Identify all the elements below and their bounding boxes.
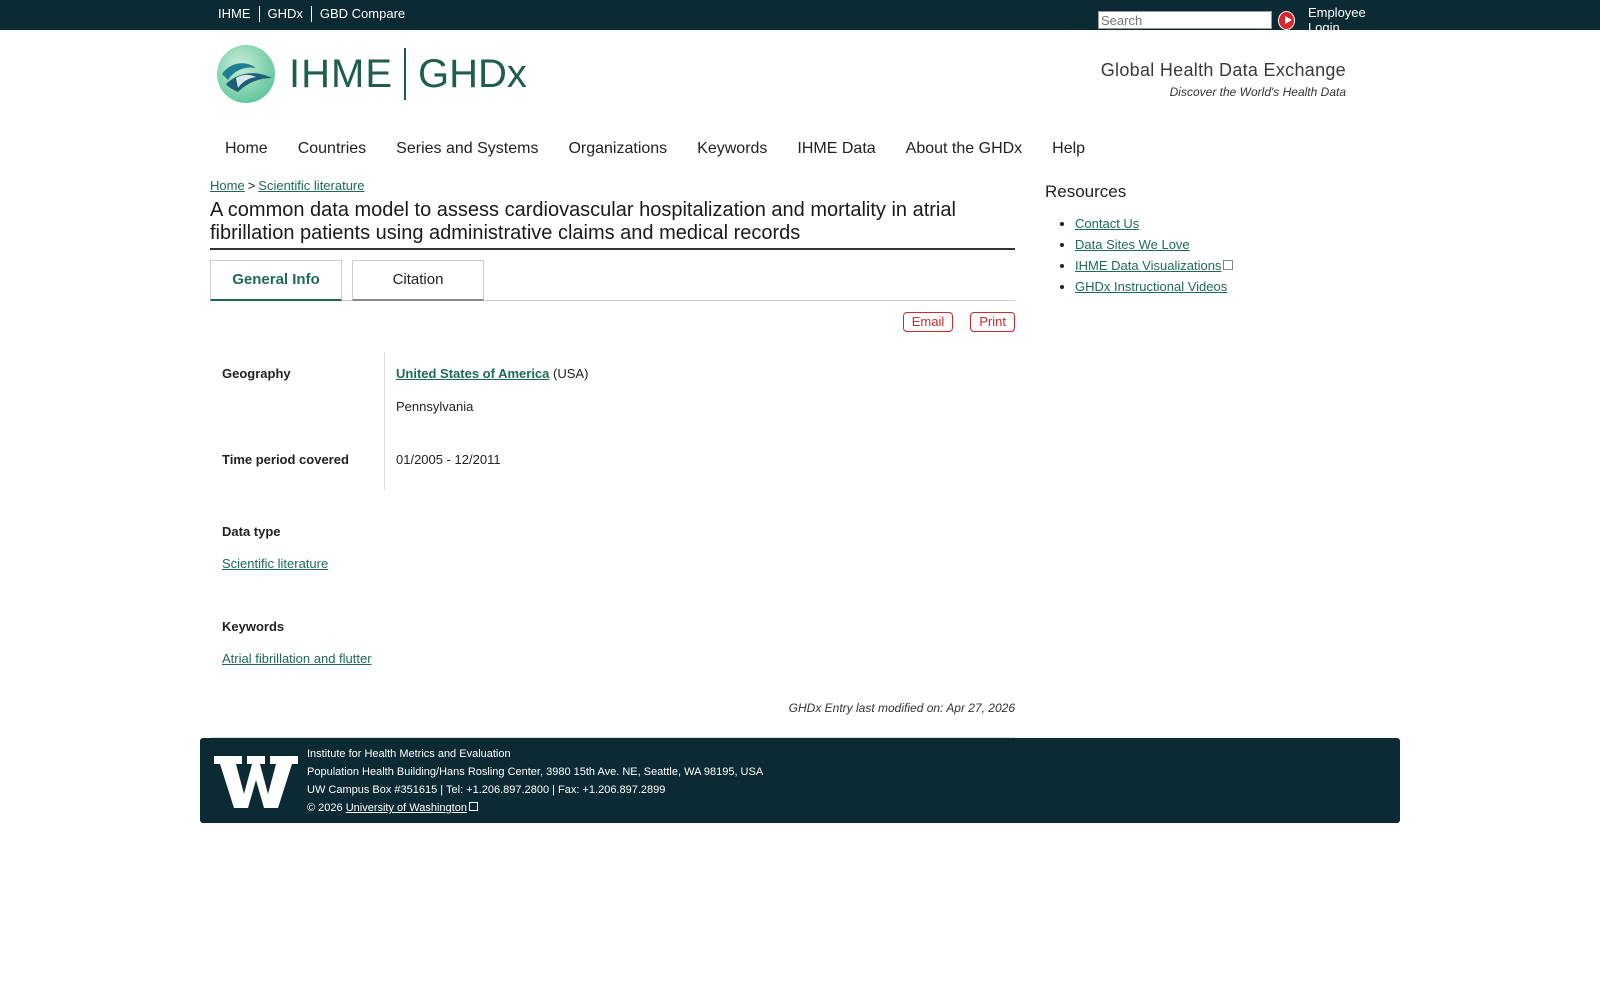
country-link[interactable]: United States of America [396,366,549,381]
data-type-section: Data type Scientific literature [210,524,1015,571]
tab-bar: General Info Citation [210,260,1015,301]
time-period-label: Time period covered [222,452,349,467]
data-type-link[interactable]: Scientific literature [222,556,328,571]
print-button[interactable]: Print [970,312,1015,332]
main-nav: Home Countries Series and Systems Organi… [210,130,1390,168]
breadcrumb: Home > Scientific literature [210,178,1015,193]
nav-countries[interactable]: Countries [298,140,366,158]
footer-uw-link[interactable]: University of Washington [346,802,467,814]
nav-home[interactable]: Home [225,140,268,158]
top-link-ihme[interactable]: IHME [218,6,259,22]
nav-about-the-ghdx[interactable]: About the GHDx [906,140,1023,158]
field-table: Geography United States of America (USA)… [210,352,1015,490]
resource-item: Data Sites We Love [1075,237,1345,252]
nav-help[interactable]: Help [1052,140,1085,158]
sidebar: Resources Contact Us Data Sites We Love … [1045,168,1345,300]
keywords-section: Keywords Atrial fibrillation and flutter [210,619,1015,666]
top-link-gbd-compare[interactable]: GBD Compare [310,6,413,22]
nav-organizations[interactable]: Organizations [568,140,667,158]
main-content: Home > Scientific literature A common data… [210,168,1015,738]
action-buttons: Email Print [210,312,1015,332]
tagline-subtitle: Discover the World's Health Data [1169,85,1346,99]
external-link-icon [1223,260,1234,270]
breadcrumb-home[interactable]: Home [210,178,245,193]
footer-contact: UW Campus Box #351615 | Tel: +1.206.897.… [307,784,666,796]
resource-item: Contact Us [1075,216,1345,231]
nav-keywords[interactable]: Keywords [697,140,767,158]
site-footer: Institute for Health Metrics and Evaluat… [200,738,1400,823]
ihme-logo-icon[interactable] [216,44,276,104]
external-link-icon [468,802,478,811]
nav-series-and-systems[interactable]: Series and Systems [396,140,538,158]
top-link-ghdx[interactable]: GHDx [258,6,311,22]
footer-institute: Institute for Health Metrics and Evaluat… [307,748,511,760]
geography-country: United States of America (USA) [396,366,588,381]
footer-copyright-line: © 2026 University of Washington [307,799,763,817]
uw-w-logo-icon[interactable] [214,752,298,812]
time-period-value: 01/2005 - 12/2011 [396,452,501,467]
footer-copyright: © 2026 [307,802,343,814]
content-wrapper: Home > Scientific literature A common data… [210,168,1390,738]
resource-instructional-videos[interactable]: GHDx Instructional Videos [1075,279,1227,294]
search-go-icon[interactable] [1278,10,1295,30]
nav-ihme-data[interactable]: IHME Data [797,140,875,158]
country-code: (USA) [553,366,589,381]
logo-ihme-text[interactable]: IHME [289,52,393,97]
data-type-label: Data type [222,524,281,539]
logo-divider [404,48,406,100]
site-header: IHME GHDx Global Health Data Exchange Di… [210,30,1390,130]
search-input[interactable] [1098,11,1272,29]
resource-item: GHDx Instructional Videos [1075,279,1345,294]
resources-title: Resources [1045,182,1127,201]
field-divider [384,352,385,490]
tab-general-info[interactable]: General Info [210,260,342,301]
email-button[interactable]: Email [902,312,954,332]
page-title: A common data model to assess cardiovasc… [210,199,1015,250]
last-modified: GHDx Entry last modified on: Apr 27, 202… [788,701,1015,715]
tab-citation[interactable]: Citation [352,260,484,301]
geography-state: Pennsylvania [396,399,474,414]
resource-contact-us[interactable]: Contact Us [1075,216,1139,231]
keyword-link[interactable]: Atrial fibrillation and flutter [222,651,372,666]
resource-data-visualizations[interactable]: IHME Data Visualizations [1075,258,1221,273]
geography-label: Geography [222,366,291,381]
resource-item: IHME Data Visualizations [1075,258,1345,273]
logo-ghdx-text[interactable]: GHDx [418,52,527,97]
resource-data-sites[interactable]: Data Sites We Love [1075,237,1190,252]
resources-list: Contact Us Data Sites We Love IHME Data … [1045,216,1345,294]
footer-address: Population Health Building/Hans Rosling … [307,766,764,778]
breadcrumb-separator: > [247,178,256,193]
top-links: IHME GHDx GBD Compare [218,6,413,22]
breadcrumb-scientific-literature[interactable]: Scientific literature [258,178,364,193]
top-bar: IHME GHDx GBD Compare Employee Login [0,0,1600,35]
footer-text: Institute for Health Metrics and Evaluat… [307,745,763,817]
tagline-title: Global Health Data Exchange [1100,60,1346,80]
keywords-label: Keywords [222,619,285,634]
